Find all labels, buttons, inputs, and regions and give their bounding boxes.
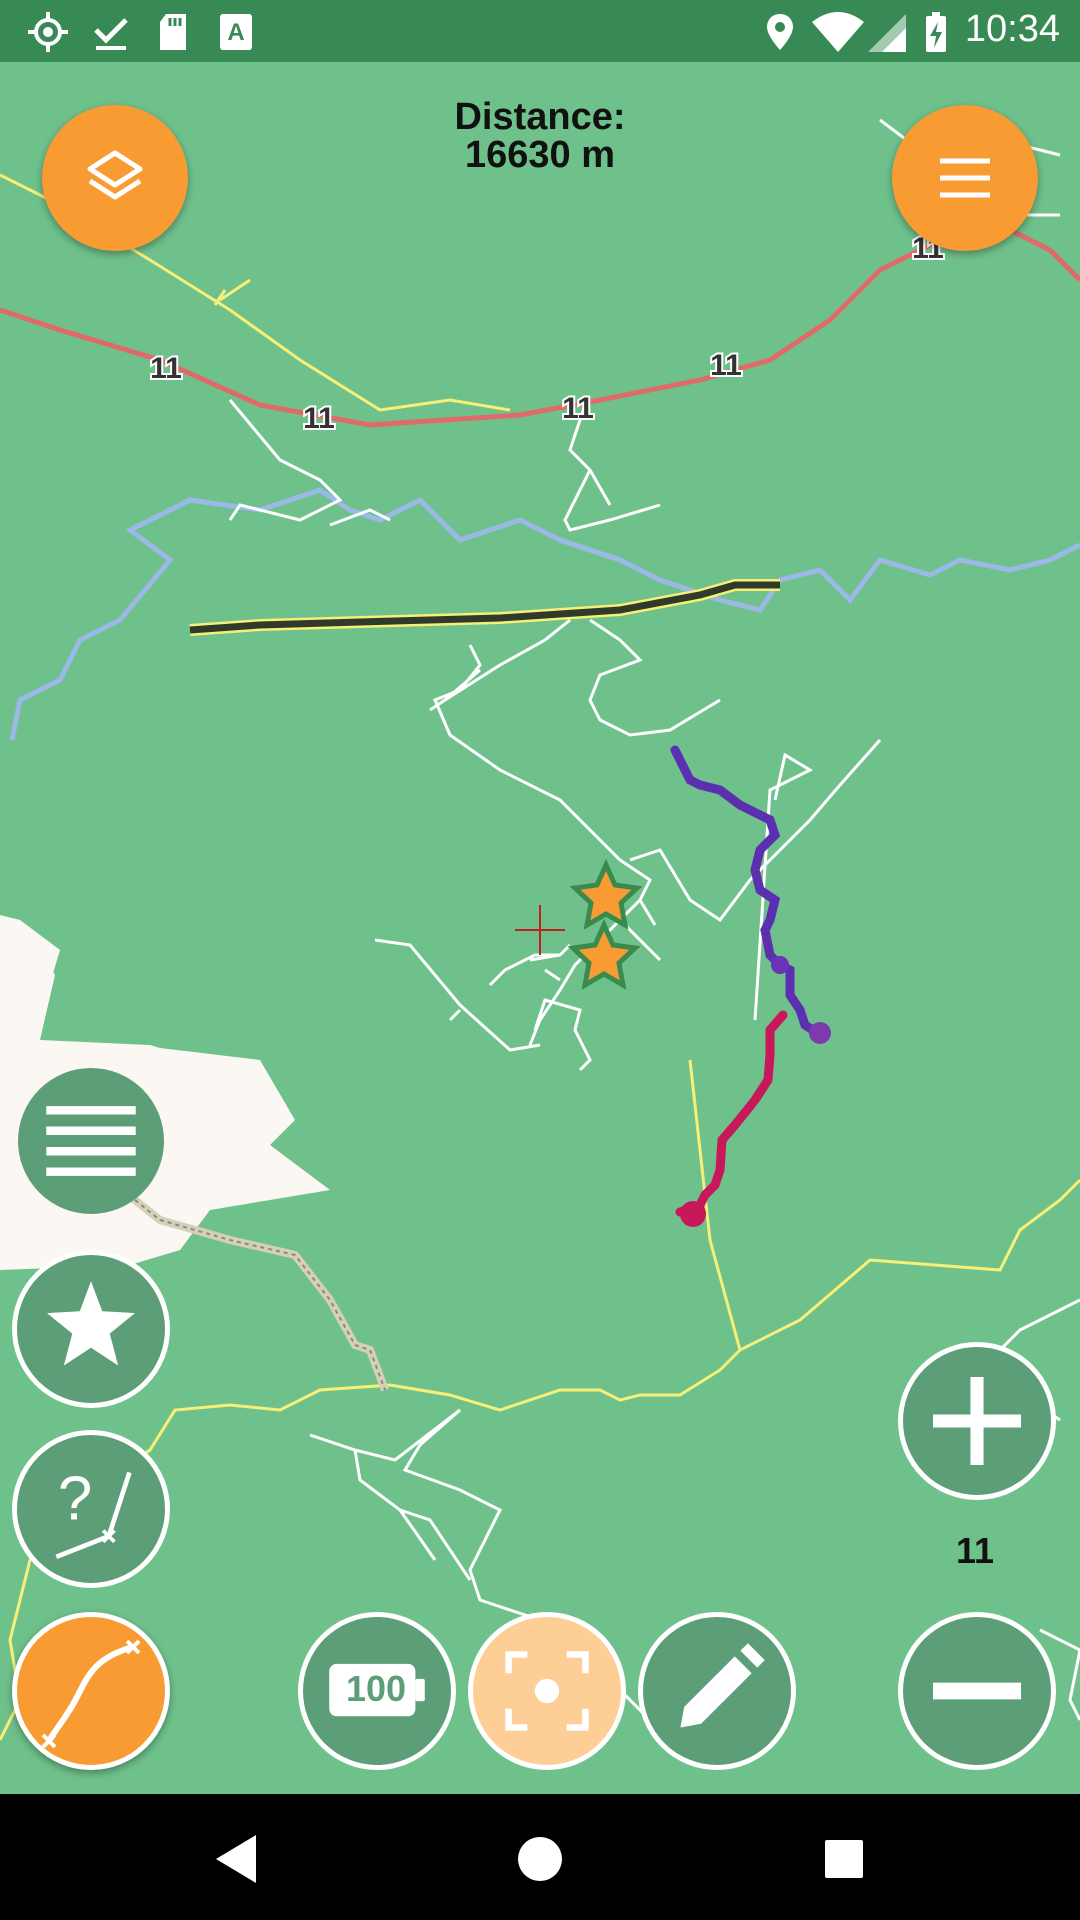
pencil-icon — [680, 1643, 765, 1728]
battery-charging-icon — [926, 12, 946, 52]
plus-icon — [932, 1376, 1022, 1466]
road-label: 11 — [150, 352, 182, 385]
keyboard-a-icon: A — [220, 14, 252, 50]
distance-value: 16630 m — [464, 134, 615, 176]
back-icon[interactable] — [196, 1819, 276, 1899]
zoom-in-button[interactable] — [898, 1342, 1056, 1500]
purple-track — [670, 745, 825, 1040]
star-icon — [46, 1281, 136, 1366]
battery-level: 100 — [345, 1668, 407, 1709]
focus-icon — [505, 1651, 589, 1731]
layers-icon — [87, 150, 143, 200]
home-icon[interactable] — [500, 1819, 580, 1899]
sd-card-icon — [160, 14, 186, 50]
help-route-button[interactable]: ? — [12, 1430, 170, 1588]
download-done-icon — [94, 18, 128, 50]
list-icon — [46, 1106, 136, 1176]
favorite-marker[interactable] — [569, 858, 643, 930]
zoom-level: 11 — [955, 1530, 995, 1571]
route-button[interactable] — [12, 1612, 170, 1770]
status-bar: A 10:34 — [0, 0, 1080, 62]
navigation-bar — [0, 1794, 1080, 1920]
edit-button[interactable] — [638, 1612, 796, 1770]
signal-icon — [868, 14, 906, 52]
distance-readout: Distance: 16630 m — [390, 98, 690, 174]
gps-icon — [28, 12, 68, 52]
center-button[interactable] — [468, 1612, 626, 1770]
svg-text:A: A — [227, 19, 244, 46]
favorites-button[interactable] — [12, 1250, 170, 1408]
location-pin-icon — [767, 14, 793, 50]
hamburger-icon — [940, 158, 990, 198]
menu-button[interactable] — [892, 105, 1038, 251]
help-route-icon: ? — [55, 1464, 132, 1559]
wifi-icon — [812, 12, 864, 52]
minus-icon — [932, 1682, 1022, 1700]
road-label: 11 — [562, 392, 594, 425]
svg-text:?: ? — [58, 1464, 92, 1533]
layers-button[interactable] — [42, 105, 188, 251]
list-button[interactable] — [18, 1068, 164, 1214]
crosshair — [515, 905, 565, 955]
favorite-marker[interactable] — [567, 918, 641, 990]
battery-button[interactable]: 100 — [298, 1612, 456, 1770]
distance-label: Distance: — [454, 96, 626, 138]
clock: 10:34 — [964, 8, 1060, 50]
route-icon — [41, 1639, 141, 1749]
road-label: 11 — [303, 402, 335, 435]
road-label: 11 — [710, 349, 742, 382]
recents-icon[interactable] — [804, 1819, 884, 1899]
zoom-out-button[interactable] — [898, 1612, 1056, 1770]
